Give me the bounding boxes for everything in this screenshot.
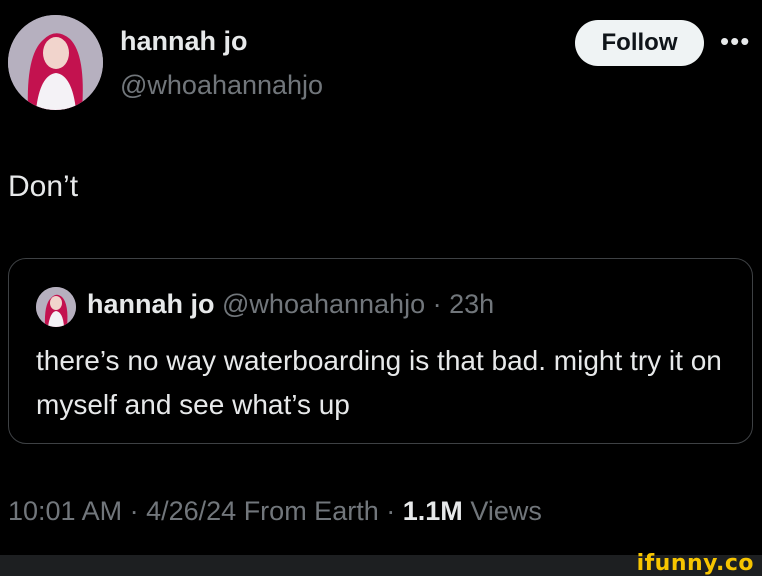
meta-separator: ·: [386, 496, 396, 526]
quoted-avatar: [36, 287, 76, 327]
meta-separator: ·: [129, 496, 139, 526]
quoted-separator: ·: [432, 289, 442, 319]
avatar-image: [8, 15, 103, 110]
quoted-tweet[interactable]: hannah jo @whoahannahjo · 23h there’s no…: [8, 258, 753, 444]
tweet-text: Don’t: [8, 170, 79, 203]
quoted-timestamp: 23h: [449, 289, 495, 319]
quoted-avatar-image: [36, 287, 76, 327]
quoted-author-handle: @whoahannahjo: [222, 289, 426, 319]
author-handle[interactable]: @whoahannahjo: [120, 70, 323, 101]
quoted-author-name: hannah jo: [87, 289, 215, 319]
tweet-metadata: 10:01 AM · 4/26/24 From Earth · 1.1M Vie…: [8, 496, 542, 527]
follow-button[interactable]: Follow: [575, 20, 704, 66]
tweet-time[interactable]: 10:01 AM: [8, 496, 122, 526]
tweet-date-location[interactable]: 4/26/24 From Earth: [146, 496, 379, 526]
more-options-icon[interactable]: •••: [720, 26, 750, 57]
views-label: Views: [470, 496, 542, 526]
views-count: 1.1M: [402, 496, 463, 526]
quoted-text: there’s no way waterboarding is that bad…: [36, 345, 722, 420]
author-name[interactable]: hannah jo: [120, 26, 248, 57]
ifunny-watermark: ifunny.co: [636, 551, 754, 576]
quoted-header: hannah jo @whoahannahjo · 23h: [87, 289, 494, 320]
profile-avatar[interactable]: [8, 15, 103, 110]
